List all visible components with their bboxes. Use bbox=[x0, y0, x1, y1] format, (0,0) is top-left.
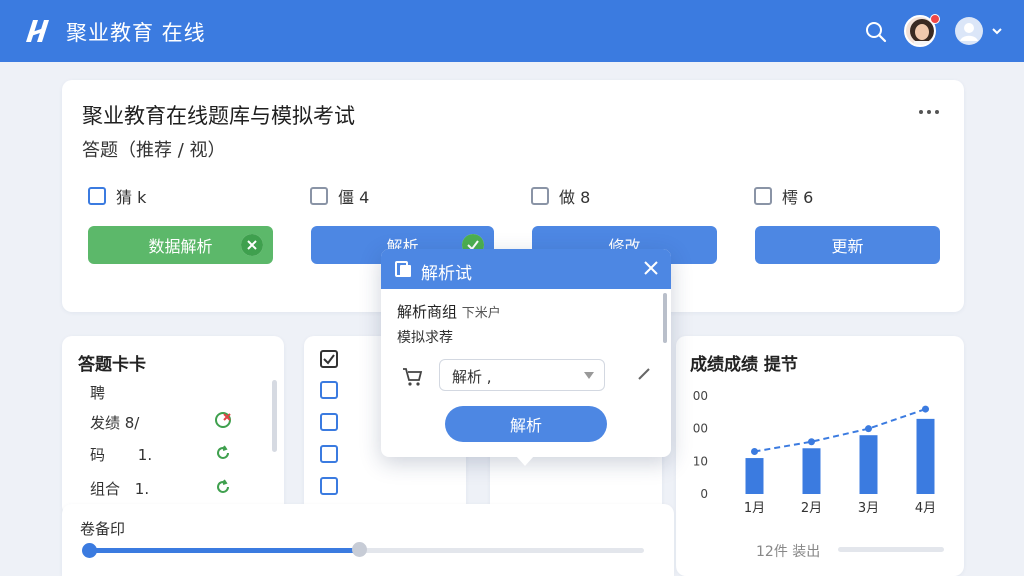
chevron-down-icon[interactable] bbox=[990, 24, 1004, 38]
option-label: 猜 k bbox=[116, 188, 147, 207]
chart-bar bbox=[916, 418, 935, 494]
search-icon[interactable] bbox=[864, 20, 888, 44]
trend-point bbox=[808, 438, 815, 446]
cart-icon bbox=[403, 368, 423, 386]
option-label: 樗 6 bbox=[782, 188, 814, 207]
option-label: 僵 4 bbox=[338, 188, 370, 207]
refresh-icon bbox=[217, 445, 229, 459]
top-bar: 聚业教育 在线 bbox=[0, 0, 1024, 62]
data-analysis-button[interactable]: 数据解析 bbox=[88, 226, 273, 264]
column-checkbox[interactable] bbox=[320, 477, 338, 495]
trend-line bbox=[754, 408, 926, 453]
option-checkbox[interactable] bbox=[754, 187, 772, 205]
button-label: 更新 bbox=[831, 237, 864, 256]
checked-checkbox-icon[interactable] bbox=[320, 350, 338, 368]
x-tick-label: 1月 bbox=[744, 501, 765, 516]
option-2[interactable]: 僵 4 bbox=[310, 186, 370, 207]
x-tick-label: 2月 bbox=[801, 501, 822, 516]
dialog-pointer bbox=[516, 456, 534, 466]
progress-handle[interactable] bbox=[352, 542, 368, 557]
more-icon[interactable] bbox=[918, 110, 940, 114]
notification-dot bbox=[930, 14, 940, 24]
answer-sheet-title: 答题卡卡 bbox=[78, 355, 146, 375]
select-value: 解析 , bbox=[452, 368, 492, 386]
analysis-dialog: 解析试 解析商组 下米户 模拟求荐 解析 , 解析 bbox=[381, 249, 671, 466]
trend-point bbox=[922, 405, 929, 413]
progress-start-knob[interactable] bbox=[82, 543, 97, 558]
page-subtitle: 答题（推荐 / 视） bbox=[82, 140, 226, 161]
option-checkbox[interactable] bbox=[531, 187, 549, 205]
y-tick-label: 10 bbox=[693, 454, 708, 468]
progress-track[interactable] bbox=[82, 542, 644, 558]
chart-bar bbox=[859, 435, 878, 494]
analysis-select[interactable]: 解析 , bbox=[439, 359, 605, 391]
answer-row-value: 1. bbox=[134, 480, 150, 498]
chart-bar bbox=[745, 458, 764, 494]
document-icon bbox=[395, 261, 411, 277]
chart-card: 成绩成绩 提节 0 10 00 00 1月 2月 3月 4月 bbox=[676, 336, 964, 576]
page-title: 聚业教育在线题库与模拟考试 bbox=[82, 104, 355, 128]
column-checkbox[interactable] bbox=[320, 413, 338, 431]
option-1[interactable]: 猜 k bbox=[88, 186, 147, 207]
pencil-icon[interactable] bbox=[636, 366, 652, 382]
logo-icon bbox=[26, 20, 49, 42]
chevron-down-icon bbox=[584, 372, 594, 379]
answer-row-label: 组合 bbox=[90, 480, 121, 498]
dialog-scrollbar[interactable] bbox=[663, 293, 667, 343]
dialog-text-1-main: 解析商组 bbox=[397, 303, 458, 321]
answer-row[interactable]: 聘 bbox=[90, 382, 105, 403]
close-icon[interactable] bbox=[643, 260, 659, 276]
option-4[interactable]: 樗 6 bbox=[754, 186, 814, 207]
answer-row-value: 1. bbox=[137, 446, 153, 464]
answer-row-label: 码 bbox=[90, 446, 106, 464]
secondary-progress-track bbox=[838, 547, 944, 552]
dialog-header: 解析试 bbox=[381, 249, 671, 289]
trend-point bbox=[751, 448, 758, 456]
answer-row[interactable]: 码 1. bbox=[90, 444, 152, 465]
analysis-submit-button[interactable]: 解析 bbox=[445, 406, 607, 442]
dialog-text-1-small: 下米户 bbox=[461, 306, 501, 321]
y-tick-label: 00 bbox=[693, 422, 708, 436]
answer-row[interactable]: 发绩 8/ bbox=[90, 412, 139, 433]
y-tick-label: 00 bbox=[693, 389, 708, 403]
option-3[interactable]: 做 8 bbox=[531, 186, 591, 207]
dialog-text-2: 模拟求荐 bbox=[397, 330, 453, 346]
brand-title: 聚业教育 在线 bbox=[66, 21, 206, 45]
progress-label: 卷备印 bbox=[80, 520, 126, 538]
answer-row[interactable]: 组合 1. bbox=[90, 478, 149, 499]
x-tick-label: 4月 bbox=[915, 501, 936, 516]
progress-text: 12件 装出 bbox=[756, 544, 821, 560]
dialog-title: 解析试 bbox=[421, 264, 472, 284]
column-checkbox[interactable] bbox=[320, 381, 338, 399]
answer-row-label: 聘 bbox=[90, 384, 106, 402]
option-checkbox[interactable] bbox=[88, 187, 106, 205]
dialog-text-1: 解析商组 下米户 bbox=[397, 301, 501, 322]
progress-fill bbox=[88, 548, 360, 553]
chart-bar bbox=[802, 448, 821, 494]
close-icon[interactable] bbox=[241, 234, 263, 256]
update-button[interactable]: 更新 bbox=[755, 226, 940, 264]
status-cross-icon bbox=[215, 412, 231, 428]
trend-point bbox=[865, 425, 872, 433]
x-tick-label: 3月 bbox=[858, 501, 879, 516]
bar-chart: 0 10 00 00 1月 2月 3月 4月 bbox=[693, 389, 936, 516]
answer-row-label: 发绩 8/ bbox=[90, 414, 140, 432]
option-label: 做 8 bbox=[559, 188, 591, 207]
refresh-icon bbox=[217, 479, 229, 493]
option-checkbox[interactable] bbox=[310, 187, 328, 205]
progress-card: 卷备印 bbox=[62, 504, 674, 576]
column-checkbox[interactable] bbox=[320, 445, 338, 463]
answer-sheet-card: 答题卡卡 聘 发绩 8/ 码 1. 组合 1. bbox=[62, 336, 284, 516]
user-icon[interactable] bbox=[955, 17, 983, 45]
answer-scrollbar[interactable] bbox=[272, 380, 277, 452]
button-label: 数据解析 bbox=[148, 237, 213, 256]
y-tick-label: 0 bbox=[700, 487, 708, 501]
